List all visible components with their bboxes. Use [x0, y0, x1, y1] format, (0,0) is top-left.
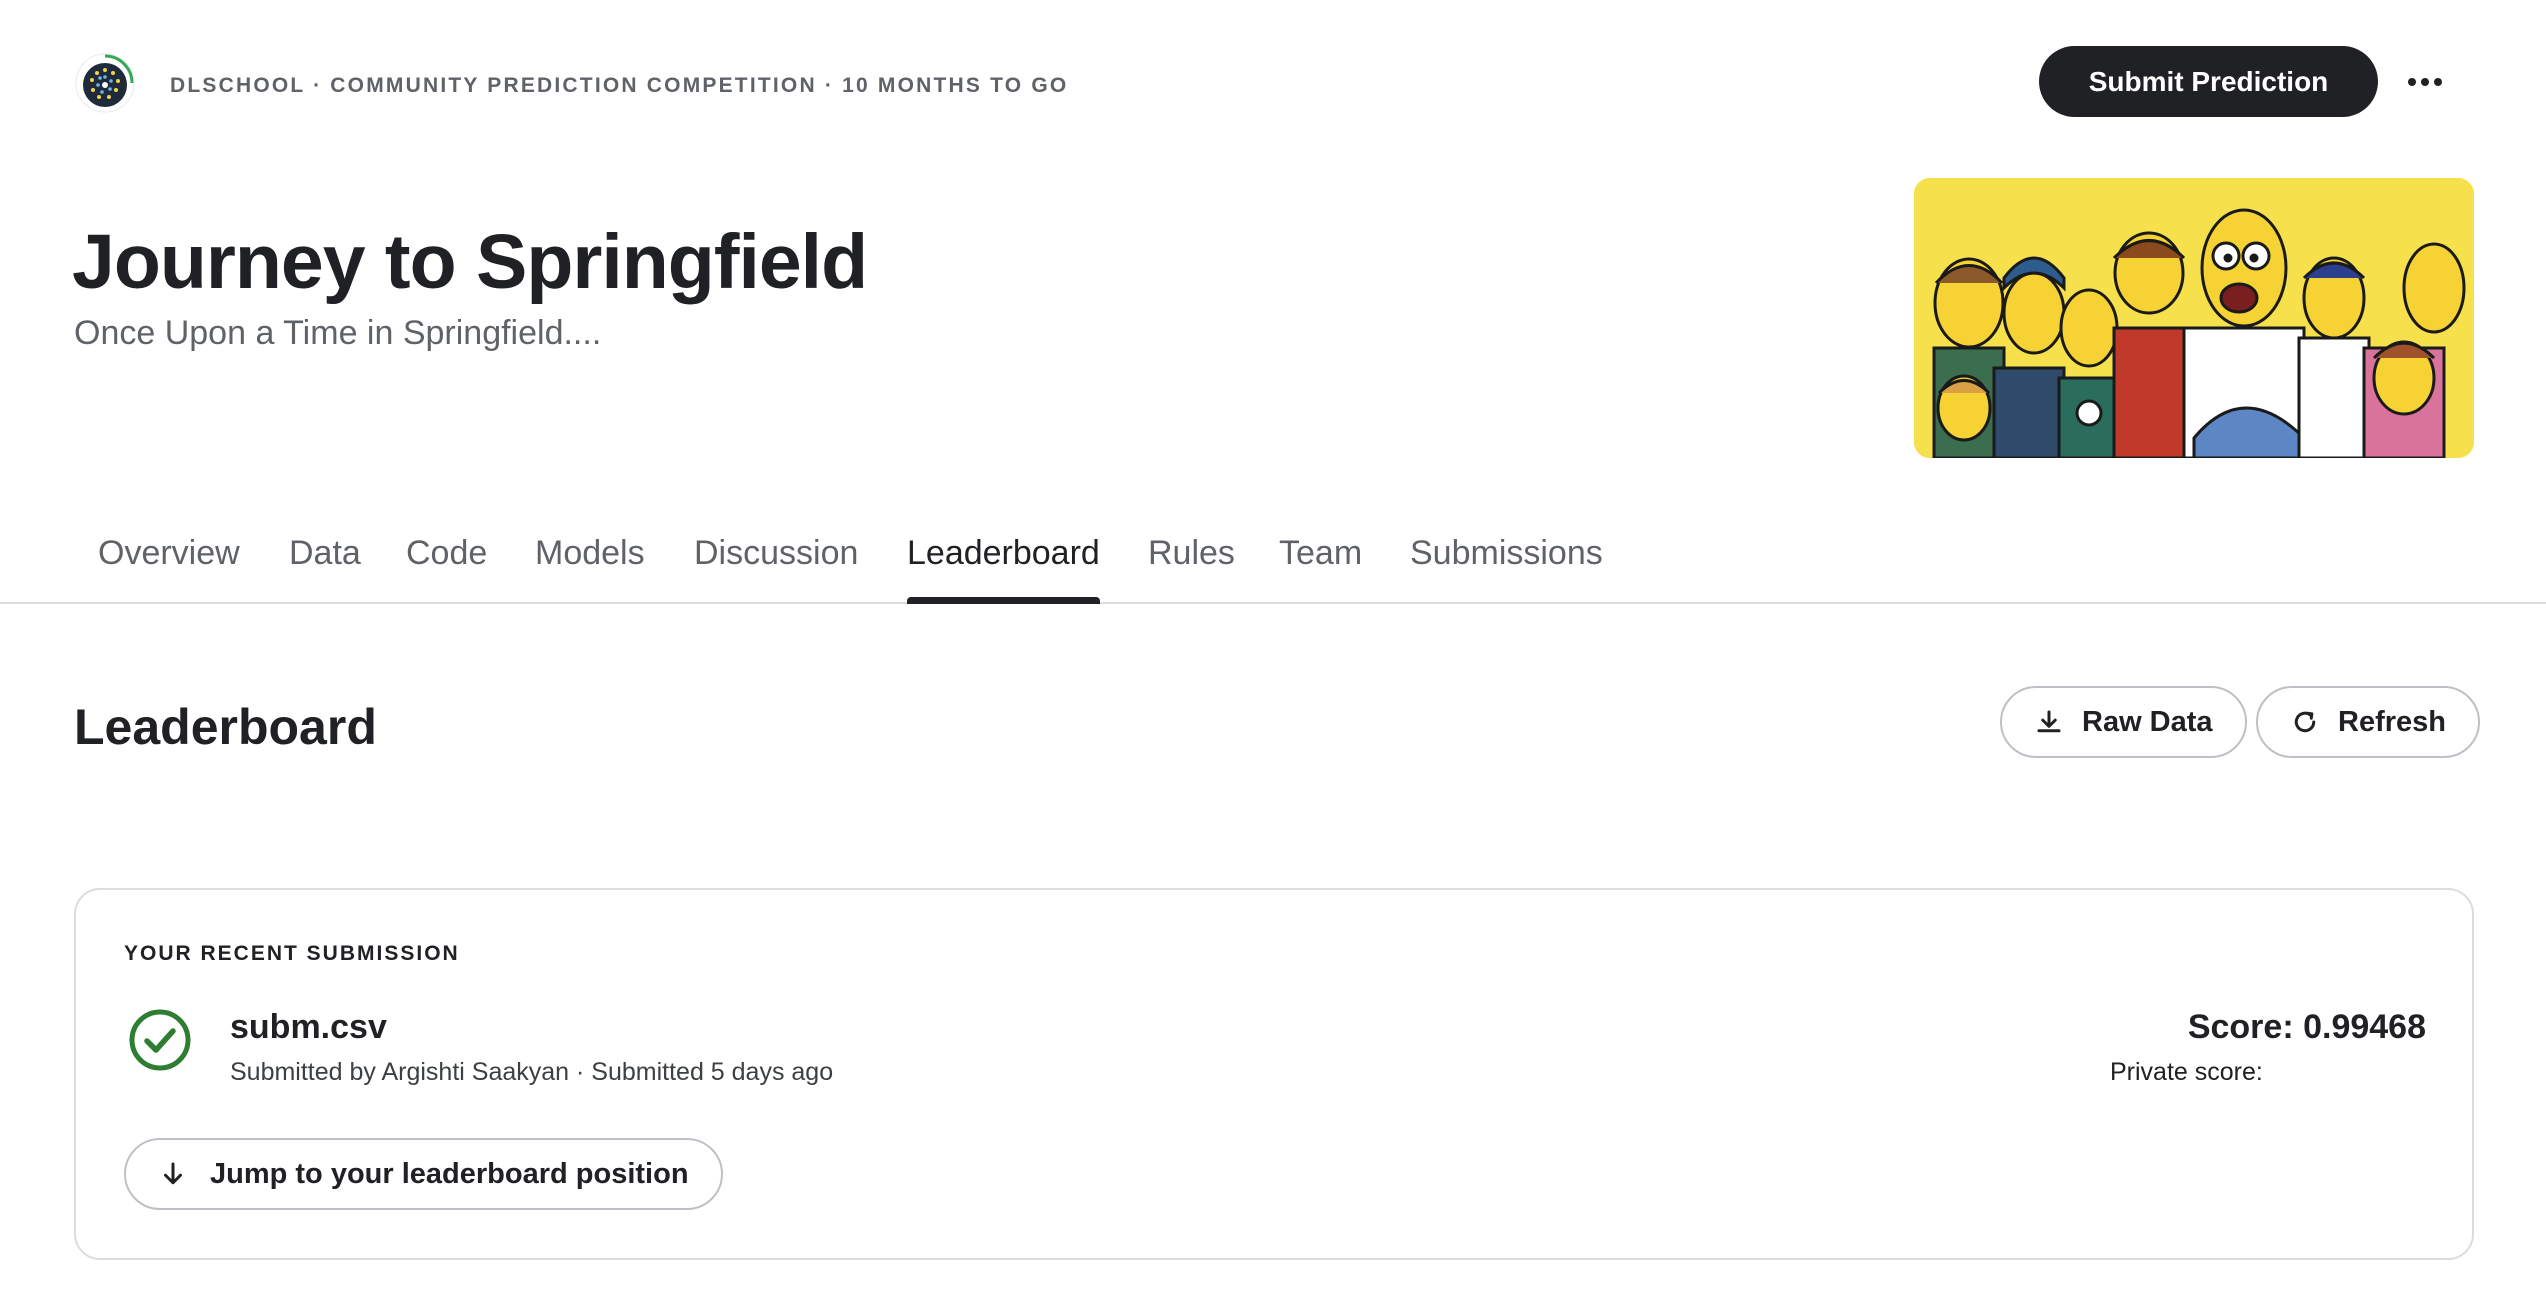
arrow-down-icon: [164, 1162, 182, 1185]
private-score: Private score:: [2110, 1058, 2263, 1086]
more-horizontal-icon-dot: [2421, 77, 2429, 86]
public-score: Score: 0.99468: [2187, 1008, 2426, 1046]
competition-meta: DLSCHOOL · COMMUNITY PREDICTION COMPETIT…: [170, 74, 1069, 97]
jump-label: Jump to your leaderboard position: [210, 1157, 689, 1190]
submission-meta: Submitted by Argishti Saakyan · Submitte…: [230, 1058, 834, 1086]
more-horizontal-icon-dot: [2434, 77, 2442, 86]
recent-submission-label: YOUR RECENT SUBMISSION: [124, 942, 460, 965]
tab-submissions[interactable]: Submissions: [1410, 534, 1603, 602]
submission-file-name[interactable]: subm.csv: [230, 1008, 387, 1047]
download-icon: [2037, 710, 2061, 733]
competition-banner-image: [1914, 178, 2474, 458]
tab-discussion[interactable]: Discussion: [694, 534, 858, 602]
tab-overview[interactable]: Overview: [98, 534, 240, 602]
refresh-button[interactable]: Refresh: [2256, 686, 2480, 758]
competition-logo[interactable]: [74, 52, 136, 114]
recent-submission-card: YOUR RECENT SUBMISSION subm.csv Submitte…: [74, 888, 2474, 1260]
refresh-label: Refresh: [2338, 705, 2446, 738]
refresh-icon: [2294, 711, 2316, 733]
success-check-icon: [129, 1009, 191, 1071]
competition-title: Journey to Springfield: [72, 219, 868, 305]
tab-code[interactable]: Code: [406, 534, 487, 602]
competition-tabs: Overview Data Code Models Discussion Lea…: [0, 520, 2546, 604]
tab-data[interactable]: Data: [289, 534, 361, 602]
leaderboard-title: Leaderboard: [74, 699, 377, 755]
tab-leaderboard[interactable]: Leaderboard: [907, 534, 1100, 604]
tab-team[interactable]: Team: [1279, 534, 1362, 602]
jump-to-position-button[interactable]: Jump to your leaderboard position: [124, 1138, 723, 1210]
dlschool-logo-icon: [75, 53, 135, 113]
competition-subtitle: Once Upon a Time in Springfield....: [74, 314, 602, 352]
tab-models[interactable]: Models: [535, 534, 645, 602]
competition-page: DLSCHOOL · COMMUNITY PREDICTION COMPETIT…: [0, 0, 2546, 1296]
submit-prediction-button[interactable]: Submit Prediction: [2039, 46, 2378, 117]
tab-rules[interactable]: Rules: [1148, 534, 1235, 602]
more-horizontal-icon: [2408, 77, 2416, 86]
more-options-button[interactable]: [2394, 46, 2456, 117]
raw-data-button[interactable]: Raw Data: [2000, 686, 2247, 758]
raw-data-label: Raw Data: [2082, 705, 2213, 738]
